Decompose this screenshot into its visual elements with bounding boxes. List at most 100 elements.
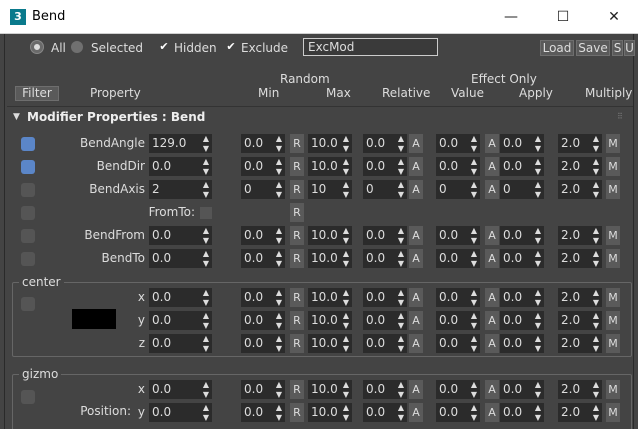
spinner-arrows-icon[interactable]: ▲ ▼ xyxy=(203,403,209,422)
spinner-arrows-icon[interactable]: ▲ ▼ xyxy=(593,249,599,268)
multiply-spinner[interactable]: 2.0 ▲ ▼ xyxy=(558,134,602,153)
relative-spinner[interactable]: 0.0 ▲ ▼ xyxy=(363,157,407,176)
effect-a-button[interactable]: A xyxy=(485,311,499,330)
multiply-spinner[interactable]: 2.0 ▲ ▼ xyxy=(558,380,602,399)
spinner-arrows-icon[interactable]: ▲ ▼ xyxy=(398,226,404,245)
selected-radio[interactable] xyxy=(71,41,83,53)
spinner-arrows-icon[interactable]: ▲ ▼ xyxy=(398,311,404,330)
relative-a-button[interactable]: A xyxy=(409,157,423,176)
apply-spinner[interactable]: 0.0 ▲ ▼ xyxy=(500,134,544,153)
row-select-box[interactable] xyxy=(21,229,35,243)
min-spinner[interactable]: 0.0 ▲ ▼ xyxy=(241,134,285,153)
multiply-m-button[interactable]: M xyxy=(606,157,620,176)
spinner-arrows-icon[interactable]: ▲ ▼ xyxy=(535,157,541,176)
random-button[interactable]: R xyxy=(290,249,304,268)
spinner-arrows-icon[interactable]: ▲ ▼ xyxy=(593,403,599,422)
relative-a-button[interactable]: A xyxy=(409,134,423,153)
apply-spinner[interactable]: 0.0 ▲ ▼ xyxy=(500,380,544,399)
multiply-spinner[interactable]: 2.0 ▲ ▼ xyxy=(558,311,602,330)
relative-a-button[interactable]: A xyxy=(409,249,423,268)
max-spinner[interactable]: 10.0 ▲ ▼ xyxy=(308,249,352,268)
effect-a-button[interactable]: A xyxy=(485,180,499,199)
multiply-spinner[interactable]: 2.0 ▲ ▼ xyxy=(558,403,602,422)
effect-value-spinner[interactable]: 0.0 ▲ ▼ xyxy=(436,334,480,353)
effect-value-spinner[interactable]: 0 ▲ ▼ xyxy=(436,180,480,199)
multiply-spinner[interactable]: 2.0 ▲ ▼ xyxy=(558,180,602,199)
apply-spinner[interactable]: 0.0 ▲ ▼ xyxy=(500,403,544,422)
random-button[interactable]: R xyxy=(290,380,304,399)
save-button[interactable]: Save xyxy=(576,40,610,56)
spinner-arrows-icon[interactable]: ▲ ▼ xyxy=(471,249,477,268)
value-spinner[interactable]: 0.0 ▲ ▼ xyxy=(149,288,212,307)
effect-value-spinner[interactable]: 0.0 ▲ ▼ xyxy=(436,403,480,422)
value-spinner[interactable]: 0.0 ▲ ▼ xyxy=(149,403,212,422)
row-select-box[interactable] xyxy=(21,206,35,220)
apply-spinner[interactable]: 0.0 ▲ ▼ xyxy=(500,311,544,330)
spinner-arrows-icon[interactable]: ▲ ▼ xyxy=(471,180,477,199)
spinner-arrows-icon[interactable]: ▲ ▼ xyxy=(535,134,541,153)
relative-spinner[interactable]: 0.0 ▲ ▼ xyxy=(363,249,407,268)
spinner-arrows-icon[interactable]: ▲ ▼ xyxy=(203,288,209,307)
value-spinner[interactable]: 0.0 ▲ ▼ xyxy=(149,157,212,176)
random-button[interactable]: R xyxy=(290,134,304,153)
min-spinner[interactable]: 0.0 ▲ ▼ xyxy=(241,380,285,399)
multiply-m-button[interactable]: M xyxy=(606,334,620,353)
random-button[interactable]: R xyxy=(290,288,304,307)
spinner-arrows-icon[interactable]: ▲ ▼ xyxy=(398,157,404,176)
spinner-arrows-icon[interactable]: ▲ ▼ xyxy=(398,403,404,422)
effect-value-spinner[interactable]: 0.0 ▲ ▼ xyxy=(436,380,480,399)
center-color-swatch[interactable] xyxy=(72,309,116,329)
maximize-button[interactable]: ☐ xyxy=(552,6,574,28)
spinner-arrows-icon[interactable]: ▲ ▼ xyxy=(343,180,349,199)
spinner-arrows-icon[interactable]: ▲ ▼ xyxy=(203,134,209,153)
multiply-m-button[interactable]: M xyxy=(606,226,620,245)
spinner-arrows-icon[interactable]: ▲ ▼ xyxy=(398,288,404,307)
spinner-arrows-icon[interactable]: ▲ ▼ xyxy=(535,226,541,245)
relative-a-button[interactable]: A xyxy=(409,226,423,245)
relative-spinner[interactable]: 0 ▲ ▼ xyxy=(363,180,407,199)
spinner-arrows-icon[interactable]: ▲ ▼ xyxy=(535,249,541,268)
spinner-arrows-icon[interactable]: ▲ ▼ xyxy=(535,403,541,422)
relative-a-button[interactable]: A xyxy=(409,380,423,399)
max-spinner[interactable]: 10.0 ▲ ▼ xyxy=(308,380,352,399)
row-select-box[interactable] xyxy=(21,252,35,266)
multiply-spinner[interactable]: 2.0 ▲ ▼ xyxy=(558,334,602,353)
spinner-arrows-icon[interactable]: ▲ ▼ xyxy=(398,180,404,199)
spinner-arrows-icon[interactable]: ▲ ▼ xyxy=(203,380,209,399)
all-radio[interactable] xyxy=(31,41,43,53)
spinner-arrows-icon[interactable]: ▲ ▼ xyxy=(276,311,282,330)
s-button[interactable]: S xyxy=(612,40,623,56)
modifier-properties-section[interactable]: ▼ Modifier Properties : Bend ⠿ xyxy=(7,106,633,126)
min-spinner[interactable]: 0.0 ▲ ▼ xyxy=(241,157,285,176)
spinner-arrows-icon[interactable]: ▲ ▼ xyxy=(593,226,599,245)
spinner-arrows-icon[interactable]: ▲ ▼ xyxy=(593,134,599,153)
max-spinner[interactable]: 10.0 ▲ ▼ xyxy=(308,403,352,422)
value-spinner[interactable]: 0.0 ▲ ▼ xyxy=(149,311,212,330)
spinner-arrows-icon[interactable]: ▲ ▼ xyxy=(398,249,404,268)
min-spinner[interactable]: 0.0 ▲ ▼ xyxy=(241,403,285,422)
relative-a-button[interactable]: A xyxy=(409,311,423,330)
spinner-arrows-icon[interactable]: ▲ ▼ xyxy=(203,311,209,330)
spinner-arrows-icon[interactable]: ▲ ▼ xyxy=(471,288,477,307)
relative-spinner[interactable]: 0.0 ▲ ▼ xyxy=(363,226,407,245)
random-button[interactable]: R xyxy=(290,226,304,245)
close-button[interactable]: ✕ xyxy=(603,6,625,28)
row-select-box[interactable] xyxy=(21,160,35,174)
exclude-input[interactable]: ExcMod xyxy=(303,38,438,56)
row-select-box[interactable] xyxy=(21,183,35,197)
spinner-arrows-icon[interactable]: ▲ ▼ xyxy=(276,403,282,422)
apply-spinner[interactable]: 0.0 ▲ ▼ xyxy=(500,157,544,176)
apply-spinner[interactable]: 0.0 ▲ ▼ xyxy=(500,288,544,307)
fromto-checkbox[interactable] xyxy=(200,207,212,219)
max-spinner[interactable]: 10.0 ▲ ▼ xyxy=(308,334,352,353)
relative-spinner[interactable]: 0.0 ▲ ▼ xyxy=(363,288,407,307)
spinner-arrows-icon[interactable]: ▲ ▼ xyxy=(276,157,282,176)
u-button[interactable]: U xyxy=(624,40,635,56)
filter-button[interactable]: Filter xyxy=(15,86,59,101)
spinner-arrows-icon[interactable]: ▲ ▼ xyxy=(593,380,599,399)
random-button[interactable]: R xyxy=(290,311,304,330)
effect-a-button[interactable]: A xyxy=(485,134,499,153)
spinner-arrows-icon[interactable]: ▲ ▼ xyxy=(343,288,349,307)
random-button[interactable]: R xyxy=(290,180,304,199)
effect-a-button[interactable]: A xyxy=(485,288,499,307)
